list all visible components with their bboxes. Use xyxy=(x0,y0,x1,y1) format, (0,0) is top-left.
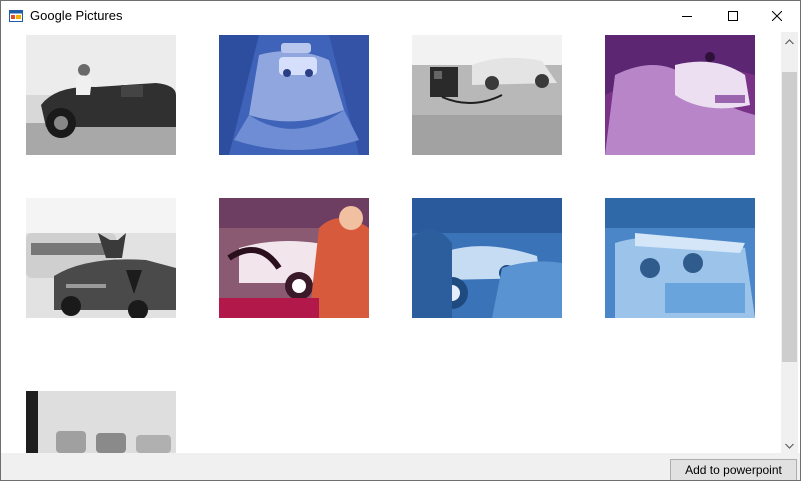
window-title: Google Pictures xyxy=(30,8,123,23)
bottom-toolbar: Add to powerpoint xyxy=(1,453,800,480)
close-button[interactable] xyxy=(754,1,800,32)
scroll-down-button[interactable] xyxy=(781,436,798,453)
minimize-button[interactable] xyxy=(664,1,710,32)
add-to-powerpoint-button[interactable]: Add to powerpoint xyxy=(670,459,797,480)
scroll-up-button[interactable] xyxy=(781,32,798,49)
app-window: Google Pictures Add to powerpoint xyxy=(0,0,801,481)
scrollbar-thumb[interactable] xyxy=(782,72,797,362)
picture-thumbnail[interactable] xyxy=(26,198,176,318)
maximize-button[interactable] xyxy=(710,1,756,32)
picture-thumbnail[interactable] xyxy=(26,35,176,155)
chevron-up-icon xyxy=(785,32,794,50)
windows-form-icon xyxy=(9,9,23,23)
title-bar[interactable]: Google Pictures xyxy=(1,1,800,32)
picture-thumbnail[interactable] xyxy=(412,198,562,318)
picture-thumbnail[interactable] xyxy=(412,35,562,155)
minimize-icon xyxy=(682,8,692,26)
picture-thumbnail[interactable] xyxy=(219,35,369,155)
picture-thumbnail[interactable] xyxy=(219,198,369,318)
picture-gallery[interactable] xyxy=(1,32,800,453)
picture-thumbnail[interactable] xyxy=(605,198,755,318)
chevron-down-icon xyxy=(785,436,794,454)
maximize-icon xyxy=(728,8,738,26)
picture-thumbnail[interactable] xyxy=(605,35,755,155)
picture-thumbnail[interactable] xyxy=(26,391,176,453)
close-icon xyxy=(771,8,783,26)
vertical-scrollbar[interactable] xyxy=(781,32,798,453)
